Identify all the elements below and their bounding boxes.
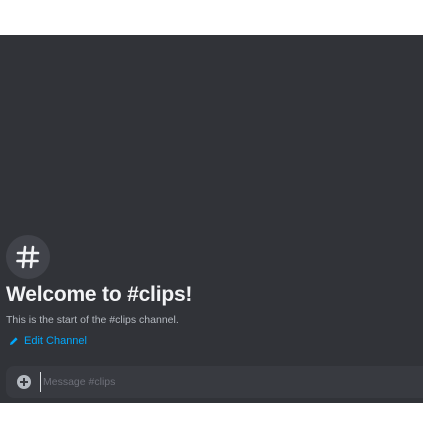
bottom-margin: [0, 403, 423, 423]
channel-avatar: [6, 235, 50, 279]
attach-button[interactable]: [16, 374, 32, 390]
pencil-icon: [10, 337, 18, 345]
welcome-title: Welcome to #clips!: [6, 283, 193, 306]
welcome-subtitle: This is the start of the #clips channel.: [6, 314, 179, 326]
message-composer: [6, 366, 423, 398]
chat-area: Welcome to #clips! This is the start of …: [0, 35, 423, 403]
edit-channel-label: Edit Channel: [24, 335, 87, 347]
top-margin: [0, 0, 423, 35]
plus-circle-icon: [17, 375, 31, 389]
message-input[interactable]: [40, 372, 413, 392]
edit-channel-link[interactable]: Edit Channel: [9, 335, 87, 347]
hash-icon: [16, 245, 40, 269]
